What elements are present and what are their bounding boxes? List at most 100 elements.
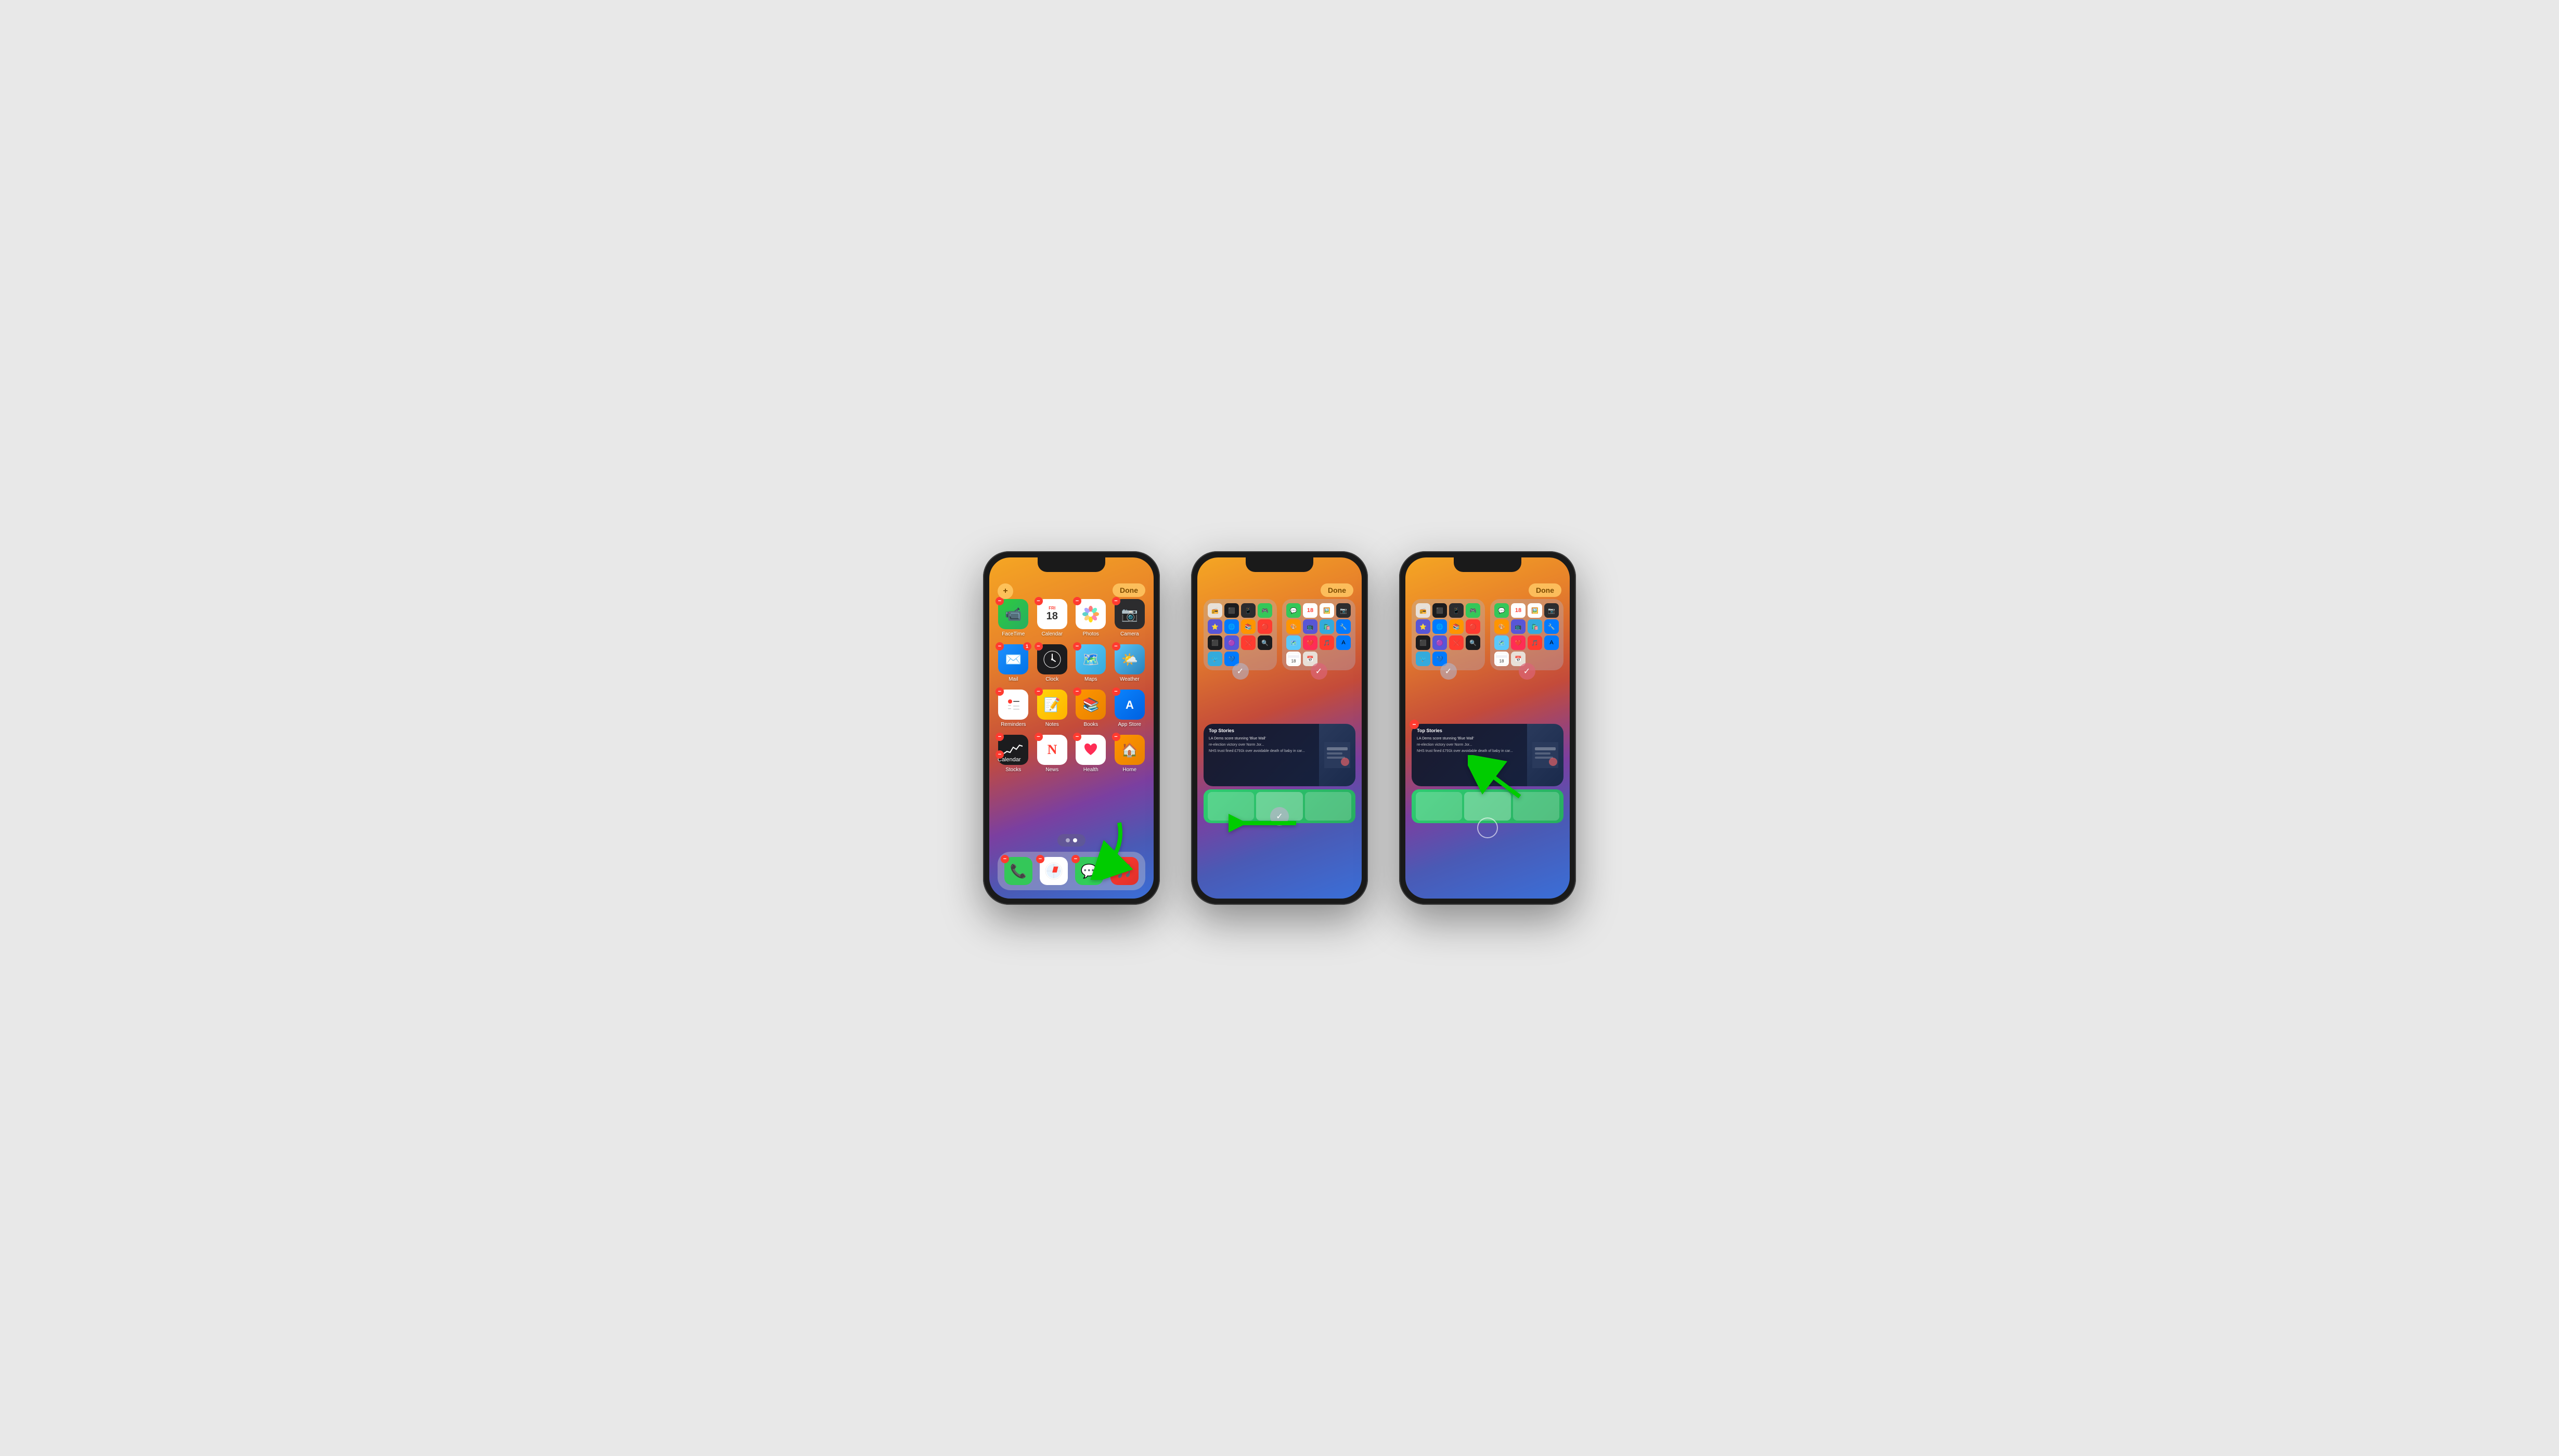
mini-icon: ❤️ [1511,635,1526,650]
page-card-2-apps: 💬 18 🖼️ 📷 🎨 📺 🛍️ 🔧 🗺️ ❤️ 🎵 A [1286,603,1351,666]
app-item-news[interactable]: − N News [1037,735,1068,773]
photo-thumb-3 [1416,792,1462,821]
mini-icon: 🗺️ [1286,635,1301,650]
remove-badge-mail[interactable]: − [996,642,1004,651]
remove-badge-photos[interactable]: − [1073,597,1081,605]
remove-badge-news[interactable]: − [1035,733,1043,741]
green-arrow-1 [1083,817,1135,882]
news-item-3-1: LA Dems score stunning 'Blue Wall' [1417,736,1522,741]
mini-icon: 📻 [1208,603,1222,618]
news-title: Top Stories [1209,728,1314,733]
done-button-2[interactable]: Done [1321,583,1353,597]
news-item-3-3: NHS trust fined £791k over avoidable dea… [1417,749,1522,753]
plus-button-1[interactable]: + [998,583,1013,599]
check-circle-2[interactable]: ✓ [1311,663,1327,680]
app-label-news: News [1045,767,1058,773]
remove-badge-clock[interactable]: − [1035,642,1043,651]
mini-icon: 📷 [1336,603,1351,618]
app-item-maps[interactable]: − 🗺️ Maps [1075,644,1107,682]
mini-icon: 🎮 [1466,603,1480,618]
app-label-calendar: Calendar [1041,631,1063,637]
remove-badge-maps[interactable]: − [1073,642,1081,651]
home-circle-3 [1477,817,1498,838]
phone-1-screen: + Done − 📹 FaceTime − FRI 18 [989,557,1154,899]
remove-badge-dock-messages[interactable]: − [1071,855,1080,863]
news-widget[interactable]: Top Stories LA Dems score stunning 'Blue… [1204,724,1355,786]
remove-badge-appstore[interactable]: − [1112,687,1120,696]
remove-badge-health[interactable]: − [1073,733,1081,741]
remove-badge-dock-phone[interactable]: − [1001,855,1009,863]
mini-icon: 🌐 [1224,619,1239,634]
done-button-1[interactable]: Done [1113,583,1145,597]
app-item-mail[interactable]: − ✉️ 1 Mail [998,644,1029,682]
app-label-maps: Maps [1084,677,1097,682]
mini-icon: 📻 [1416,603,1430,618]
app-grid-1: − 📹 FaceTime − FRI 18 Calendar − [998,599,1145,773]
phone-2: Done 📻 ⬛ 📱 🎮 ⭐ 🌐 📚 [1191,551,1368,905]
news-item-2: re-election victory over Norm Jor... [1209,743,1314,747]
mini-icon: 🛍️ [1320,619,1334,634]
remove-badge-calendar[interactable]: − [1035,597,1043,605]
app-item-reminders[interactable]: − Reminders [998,690,1029,727]
page-card-4[interactable]: 💬 18 🖼️ 📷 🎨 📺 🛍️ 🔧 🗺️ ❤️ 🎵 A [1490,599,1563,670]
app-item-calendar[interactable]: − FRI 18 Calendar [1037,599,1068,637]
page-cards-row: 📻 ⬛ 📱 🎮 ⭐ 🌐 📚 🔴 ⬛ 🟣 ❌ 🔍 [1204,599,1355,670]
mini-icon: 📚 [1241,619,1256,634]
remove-badge-weather[interactable]: − [1112,642,1120,651]
green-arrow-2 [1229,813,1301,836]
mini-icon: ⬛ [1208,635,1222,650]
remove-badge-widget-3[interactable]: − [1410,720,1419,729]
dock-item-safari[interactable]: − [1038,857,1069,885]
app-item-clock[interactable]: − Clock [1037,644,1068,682]
mini-icon: 🎮 [1258,603,1272,618]
mini-icon: 📱 [1449,603,1464,618]
app-item-camera[interactable]: − 📷 Camera [1114,599,1146,637]
app-label-notes: Notes [1045,722,1059,727]
app-icon-safari [1040,857,1068,885]
app-item-weather[interactable]: − 🌤️ Weather [1114,644,1146,682]
remove-badge-notes[interactable]: − [1035,687,1043,696]
app-item-facetime[interactable]: − 📹 FaceTime [998,599,1029,637]
page-dots-1 [1057,834,1085,847]
app-label-books: Books [1083,722,1098,727]
remove-badge-camera[interactable]: − [1112,597,1120,605]
notch-3 [1454,557,1521,572]
remove-badge-stocks[interactable]: − [996,733,1004,741]
mini-icon: 📺 [1511,619,1526,634]
mini-icon: 🔴 [1258,619,1272,634]
app-item-appstore[interactable]: − A App Store [1114,690,1146,727]
app-item-health[interactable]: − Health [1075,735,1107,773]
app-item-notes[interactable]: − 📝 Notes [1037,690,1068,727]
mini-icon: 🎵 [1528,635,1542,650]
check-circle-1[interactable]: ✓ [1232,663,1249,680]
app-item-photos[interactable]: − [1075,599,1107,637]
remove-badge-books[interactable]: − [1073,687,1081,696]
app-item-home[interactable]: − 🏠 Home [1114,735,1146,773]
app-label-health: Health [1083,767,1098,773]
page-card-1[interactable]: 📻 ⬛ 📱 🎮 ⭐ 🌐 📚 🔴 ⬛ 🟣 ❌ 🔍 [1204,599,1277,670]
done-button-3[interactable]: Done [1529,583,1561,597]
mini-icon: 🔧 [1544,619,1559,634]
remove-badge-reminders[interactable]: − [996,687,1004,696]
check-circle-4[interactable]: ✓ [1519,663,1535,680]
check-circle-3[interactable]: ✓ [1440,663,1457,680]
remove-badge-dock-safari[interactable]: − [1036,855,1044,863]
mini-icon: 📚 [1449,619,1464,634]
app-item-books[interactable]: − 📚 Books [1075,690,1107,727]
remove-badge-widget[interactable]: − [996,750,1004,759]
remove-badge-home[interactable]: − [1112,733,1120,741]
mini-icon: A [1544,635,1559,650]
dot-1 [1066,838,1070,842]
news-title-3: Top Stories [1417,728,1522,733]
page-card-4-apps: 💬 18 🖼️ 📷 🎨 📺 🛍️ 🔧 🗺️ ❤️ 🎵 A [1494,603,1559,666]
mini-icon: ⬛ [1416,635,1430,650]
page-card-3[interactable]: 📻 ⬛ 📱 🎮 ⭐ 🌐 📚 🔴 ⬛ 🟣 ❌ 🔍 [1412,599,1485,670]
app-label-facetime: FaceTime [1002,631,1025,637]
dock-item-phone[interactable]: − 📞 [1003,857,1034,885]
mini-icon: ❌ [1241,635,1256,650]
app-label-appstore: App Store [1118,722,1141,727]
page-card-1-wrapper: 📻 ⬛ 📱 🎮 ⭐ 🌐 📚 🔴 ⬛ 🟣 ❌ 🔍 [1204,599,1277,670]
main-container: + Done − 📹 FaceTime − FRI 18 [983,551,1576,905]
mini-icon-cal: 18 [1494,652,1509,666]
page-card-2[interactable]: 💬 18 🖼️ 📷 🎨 📺 🛍️ 🔧 🗺️ ❤️ 🎵 A [1282,599,1355,670]
